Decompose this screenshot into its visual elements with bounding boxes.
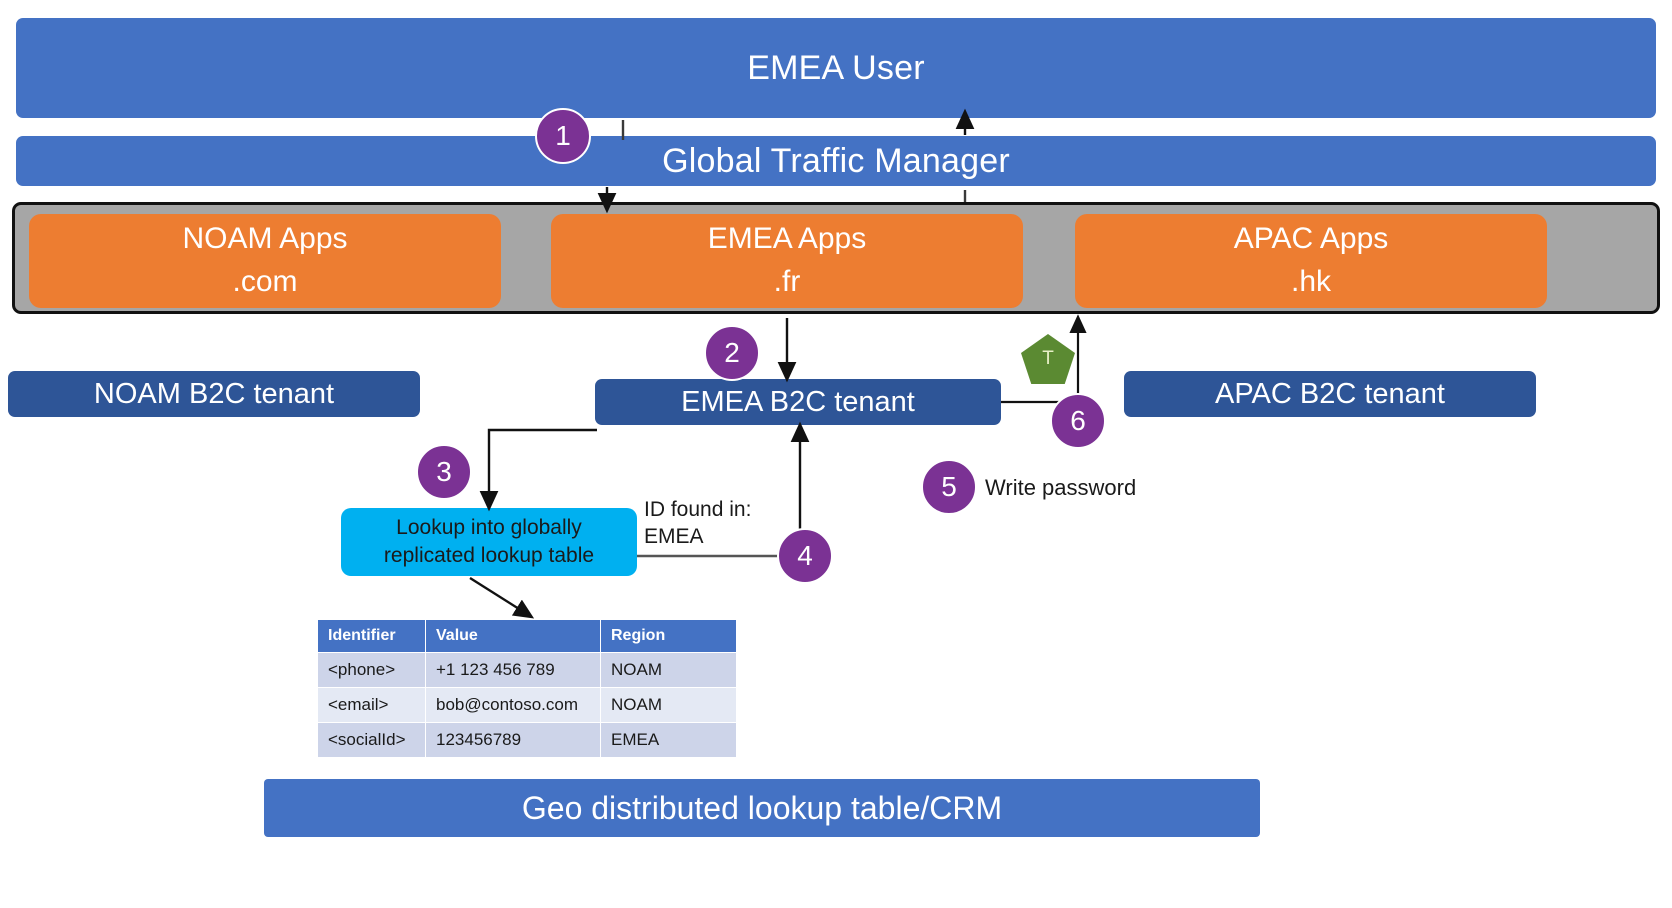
step-badge-1: 1 bbox=[535, 108, 591, 164]
step-badge-5-number: 5 bbox=[941, 471, 957, 502]
step-badge-5: 5 bbox=[921, 459, 977, 515]
noam-apps-box: NOAM Apps .com bbox=[29, 214, 501, 308]
noam-apps-name: NOAM Apps bbox=[182, 222, 348, 256]
cell-region: NOAM bbox=[600, 687, 737, 723]
cell-region: NOAM bbox=[600, 652, 737, 688]
noam-apps-domain: .com bbox=[232, 265, 298, 298]
diagram-canvas: EMEA User Global Traffic Manager NOAM Ap… bbox=[0, 0, 1672, 908]
noam-b2c-tenant-box: NOAM B2C tenant bbox=[8, 371, 420, 417]
emea-user-bar: EMEA User bbox=[16, 18, 1656, 118]
lookup-table-action-label: Lookup into globally replicated lookup t… bbox=[383, 515, 595, 567]
emea-apps-box: EMEA Apps .fr bbox=[551, 214, 1023, 308]
cell-identifier: <phone> bbox=[317, 652, 426, 688]
step-badge-3: 3 bbox=[416, 444, 472, 500]
table-row: <phone> +1 123 456 789 NOAM bbox=[317, 652, 737, 688]
emea-user-label: EMEA User bbox=[747, 48, 925, 87]
step-badge-2: 2 bbox=[704, 325, 760, 381]
table-header-value: Value bbox=[425, 619, 601, 653]
apac-apps-domain: .hk bbox=[1290, 265, 1332, 298]
crm-banner: Geo distributed lookup table/CRM bbox=[264, 779, 1260, 837]
table-header-region: Region bbox=[600, 619, 737, 653]
step-badge-4-number: 4 bbox=[797, 540, 813, 571]
write-password-label: Write password bbox=[985, 475, 1137, 500]
apac-b2c-tenant-box: APAC B2C tenant bbox=[1124, 371, 1536, 417]
table-row: <socialId> 123456789 EMEA bbox=[317, 722, 737, 758]
step-badge-4: 4 bbox=[777, 528, 833, 584]
noam-b2c-tenant-label: NOAM B2C tenant bbox=[93, 377, 335, 410]
token-pentagon-icon: T bbox=[1021, 334, 1075, 384]
step-badge-6-number: 6 bbox=[1070, 405, 1086, 436]
step-badge-2-number: 2 bbox=[724, 337, 740, 368]
lookup-table-action-box: Lookup into globally replicated lookup t… bbox=[341, 508, 637, 576]
table-header-row: Identifier Value Region bbox=[317, 619, 737, 653]
emea-b2c-tenant-label: EMEA B2C tenant bbox=[681, 385, 915, 418]
apps-container: NOAM Apps .com EMEA Apps .fr APAC Apps .… bbox=[12, 202, 1660, 314]
token-label: T bbox=[1042, 348, 1054, 369]
cell-value: +1 123 456 789 bbox=[425, 652, 601, 688]
step-badge-6: 6 bbox=[1050, 393, 1106, 449]
cell-region: EMEA bbox=[600, 722, 737, 758]
lookup-table: Identifier Value Region <phone> +1 123 4… bbox=[317, 619, 737, 758]
step-badge-3-number: 3 bbox=[436, 456, 452, 487]
table-header-identifier: Identifier bbox=[317, 619, 426, 653]
apac-apps-box: APAC Apps .hk bbox=[1075, 214, 1547, 308]
step-badge-1-number: 1 bbox=[555, 120, 571, 151]
global-traffic-manager-label: Global Traffic Manager bbox=[662, 141, 1010, 180]
table-row: <email> bob@contoso.com NOAM bbox=[317, 687, 737, 723]
cell-identifier: <email> bbox=[317, 687, 426, 723]
cell-value: bob@contoso.com bbox=[425, 687, 601, 723]
emea-b2c-tenant-box: EMEA B2C tenant bbox=[595, 379, 1001, 425]
apac-b2c-tenant-label: APAC B2C tenant bbox=[1215, 377, 1445, 410]
emea-apps-domain: .fr bbox=[773, 265, 801, 298]
id-found-label: ID found in: EMEA bbox=[644, 498, 752, 548]
emea-apps-name: EMEA Apps bbox=[707, 222, 867, 256]
apac-apps-name: APAC Apps bbox=[1233, 222, 1389, 256]
cell-identifier: <socialId> bbox=[317, 722, 426, 758]
cell-value: 123456789 bbox=[425, 722, 601, 758]
global-traffic-manager-bar: Global Traffic Manager bbox=[16, 136, 1656, 186]
crm-banner-label: Geo distributed lookup table/CRM bbox=[521, 789, 1003, 826]
